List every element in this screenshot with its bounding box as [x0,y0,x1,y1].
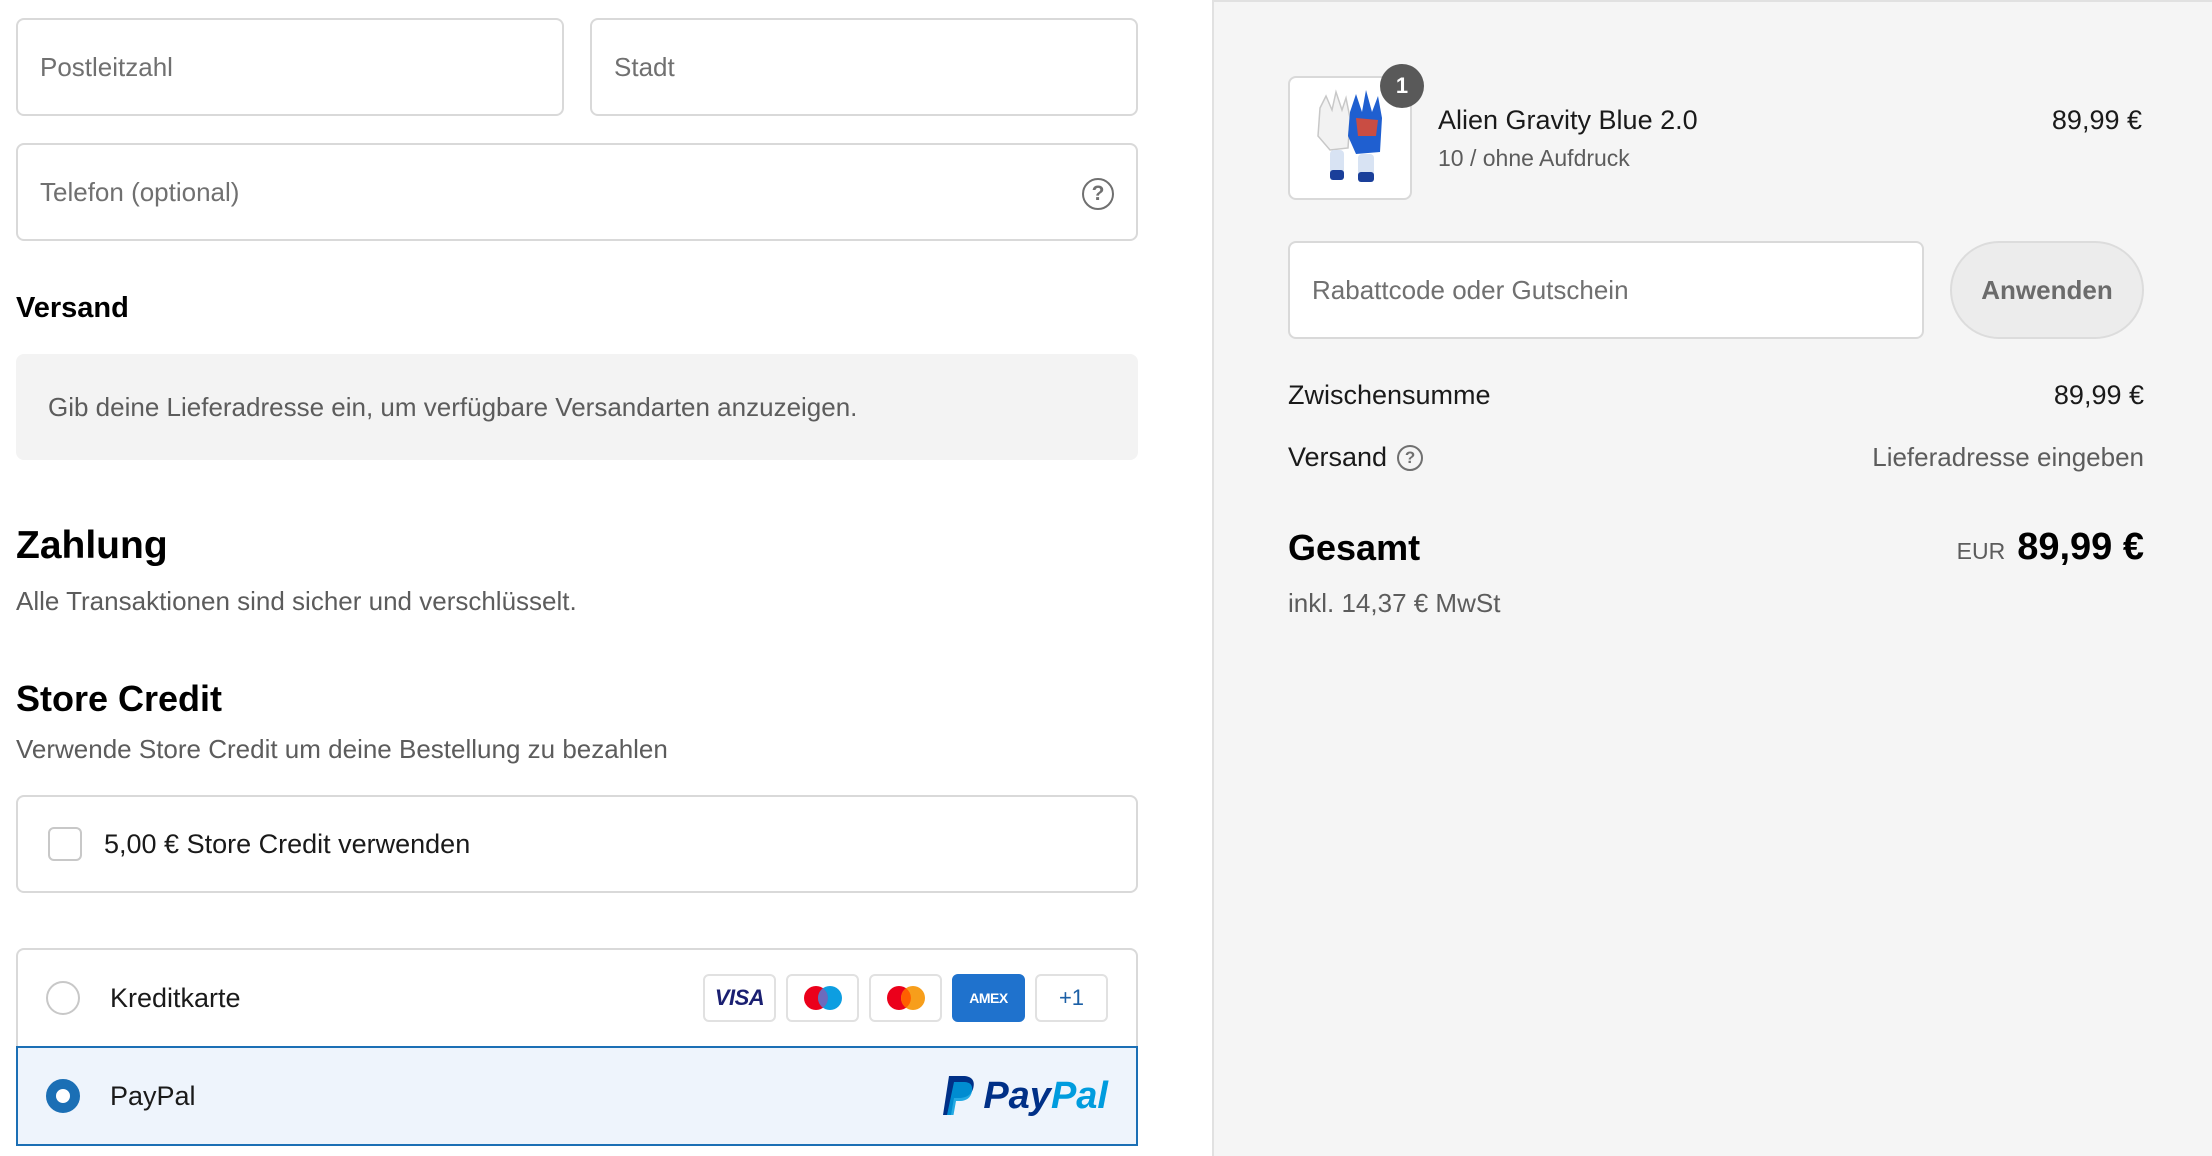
help-icon[interactable]: ? [1397,444,1424,471]
shipping-value: Lieferadresse eingeben [1872,442,2144,472]
city-input[interactable]: Stadt [590,18,1138,116]
paypal-p-icon [943,1076,975,1115]
total-row: Gesamt EUR 89,99 € [1288,526,2144,569]
store-credit-checkbox[interactable] [48,827,82,861]
city-placeholder: Stadt [614,51,675,82]
payment-subtitle: Alle Transaktionen sind sicher und versc… [16,586,577,616]
total-value: 89,99 € [2017,526,2144,568]
phone-placeholder: Telefon (optional) [40,176,240,207]
total-label: Gesamt [1288,526,1421,568]
more-cards-badge: +1 [1035,974,1108,1022]
shipping-row: Versand ? Lieferadresse eingeben [1288,442,2144,473]
help-icon[interactable]: ? [1082,178,1114,210]
shipping-label-group: Versand ? [1288,442,1424,473]
product-name: Alien Gravity Blue 2.0 [1438,105,1698,135]
apply-discount-button[interactable]: Anwenden [1950,241,2144,339]
store-credit-label: 5,00 € Store Credit verwenden [104,828,471,859]
shipping-notice: Gib deine Lieferadresse ein, um verfügba… [16,354,1138,460]
credit-card-radio[interactable] [46,981,80,1015]
checkout-form-column: Postleitzahl Stadt Telefon (optional) ? … [0,0,1212,1156]
total-amount-group: EUR 89,99 € [1957,526,2144,569]
subtotal-label: Zwischensumme [1288,380,1491,410]
amex-icon: AMEX [952,974,1025,1022]
order-summary-panel: 1 Alien Gravity Blue 2.0 10 / ohne Aufdr… [1212,0,2212,1156]
product-variant: 10 / ohne Aufdruck [1438,145,1630,171]
visa-icon: VISA [703,974,776,1022]
paypal-label: PayPal [110,1080,196,1111]
tax-note: inkl. 14,37 € MwSt [1288,588,1501,618]
store-credit-heading: Store Credit [16,678,223,719]
maestro-icon [786,974,859,1022]
store-credit-subtitle: Verwende Store Credit um deine Bestellun… [16,734,668,764]
total-currency: EUR [1956,538,2006,564]
store-credit-option[interactable]: 5,00 € Store Credit verwenden [16,795,1138,893]
card-logos: VISA AMEX +1 [703,974,1108,1022]
payment-method-paypal[interactable]: PayPal PayPal [16,1046,1138,1146]
credit-card-label: Kreditkarte [110,982,241,1013]
discount-code-placeholder: Rabattcode oder Gutschein [1312,274,1629,305]
phone-input[interactable]: Telefon (optional) ? [16,143,1138,241]
paypal-logo: PayPal [941,1074,1108,1118]
payment-heading: Zahlung [16,524,168,567]
payment-method-credit-card[interactable]: Kreditkarte VISA AMEX +1 [16,948,1138,1046]
product-price: 89,99 € [2051,105,2142,135]
mastercard-icon [869,974,942,1022]
shipping-heading: Versand [16,292,129,324]
paypal-radio[interactable] [46,1079,80,1113]
discount-code-input[interactable]: Rabattcode oder Gutschein [1288,241,1924,339]
quantity-badge: 1 [1380,64,1424,108]
subtotal-value: 89,99 € [2053,380,2144,410]
paypal-wordmark: PayPal [983,1074,1108,1117]
subtotal-row: Zwischensumme 89,99 € [1288,380,2144,411]
postal-code-placeholder: Postleitzahl [40,51,173,82]
postal-code-input[interactable]: Postleitzahl [16,18,564,116]
shipping-label: Versand [1288,442,1388,472]
